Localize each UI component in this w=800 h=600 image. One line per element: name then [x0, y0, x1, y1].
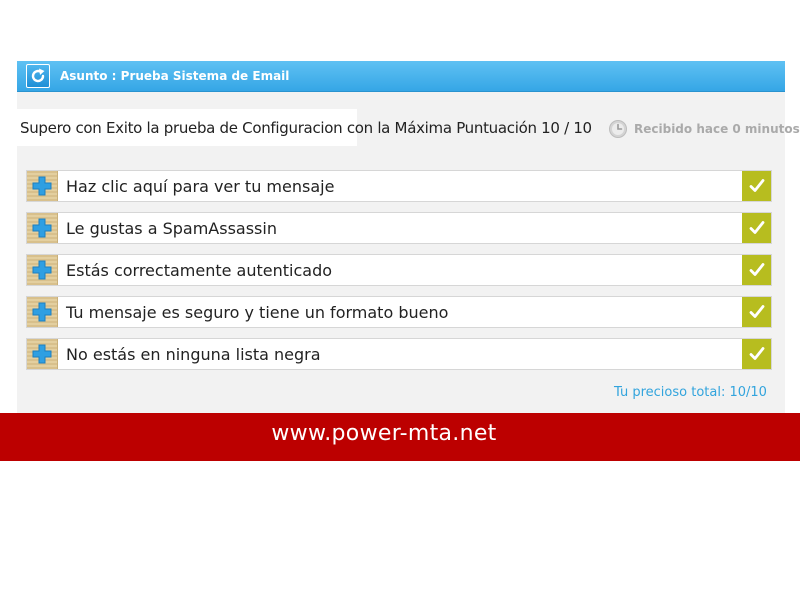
checkmark-icon: [749, 263, 765, 276]
plus-icon: [32, 302, 52, 322]
expand-button[interactable]: [27, 171, 58, 201]
subject-title: Asunto : Prueba Sistema de Email: [60, 69, 290, 83]
pass-indicator: [742, 213, 771, 243]
plus-icon: [32, 344, 52, 364]
watermark-banner: www.power-mta.net: [0, 413, 800, 461]
check-label: Le gustas a SpamAssassin: [66, 219, 277, 238]
pass-indicator: [742, 171, 771, 201]
check-row-blacklist[interactable]: No estás en ninguna lista negra: [26, 338, 772, 370]
score-message-box: Supero con Exito la prueba de Configurac…: [17, 109, 592, 146]
plus-icon: [32, 176, 52, 196]
subject-header: Asunto : Prueba Sistema de Email: [17, 61, 785, 92]
expand-button[interactable]: [27, 213, 58, 243]
clock-icon: [609, 120, 627, 138]
pass-indicator: [742, 255, 771, 285]
checkmark-icon: [749, 221, 765, 234]
score-message: Supero con Exito la prueba de Configurac…: [20, 119, 592, 137]
refresh-icon: [31, 68, 45, 83]
expand-button[interactable]: [27, 339, 58, 369]
checkmark-icon: [749, 179, 765, 192]
total-score: Tu precioso total: 10/10: [614, 385, 767, 400]
check-label: Tu mensaje es seguro y tiene un formato …: [66, 303, 449, 322]
check-row-spamassassin[interactable]: Le gustas a SpamAssassin: [26, 212, 772, 244]
pass-indicator: [742, 297, 771, 327]
check-row-view-message[interactable]: Haz clic aquí para ver tu mensaje: [26, 170, 772, 202]
checkmark-icon: [749, 347, 765, 360]
plus-icon: [32, 218, 52, 238]
received-status: Recibido hace 0 minutos: [608, 119, 800, 139]
check-row-authenticated[interactable]: Estás correctamente autenticado: [26, 254, 772, 286]
checkmark-icon: [749, 305, 765, 318]
pass-indicator: [742, 339, 771, 369]
expand-button[interactable]: [27, 255, 58, 285]
check-label: Estás correctamente autenticado: [66, 261, 333, 280]
plus-icon: [32, 260, 52, 280]
check-label: No estás en ninguna lista negra: [66, 345, 321, 364]
refresh-button[interactable]: [26, 64, 50, 88]
check-label: Haz clic aquí para ver tu mensaje: [66, 177, 335, 196]
received-time: Recibido hace 0 minutos: [634, 122, 800, 136]
check-row-safe-format[interactable]: Tu mensaje es seguro y tiene un formato …: [26, 296, 772, 328]
banner-url: www.power-mta.net: [271, 421, 497, 446]
expand-button[interactable]: [27, 297, 58, 327]
